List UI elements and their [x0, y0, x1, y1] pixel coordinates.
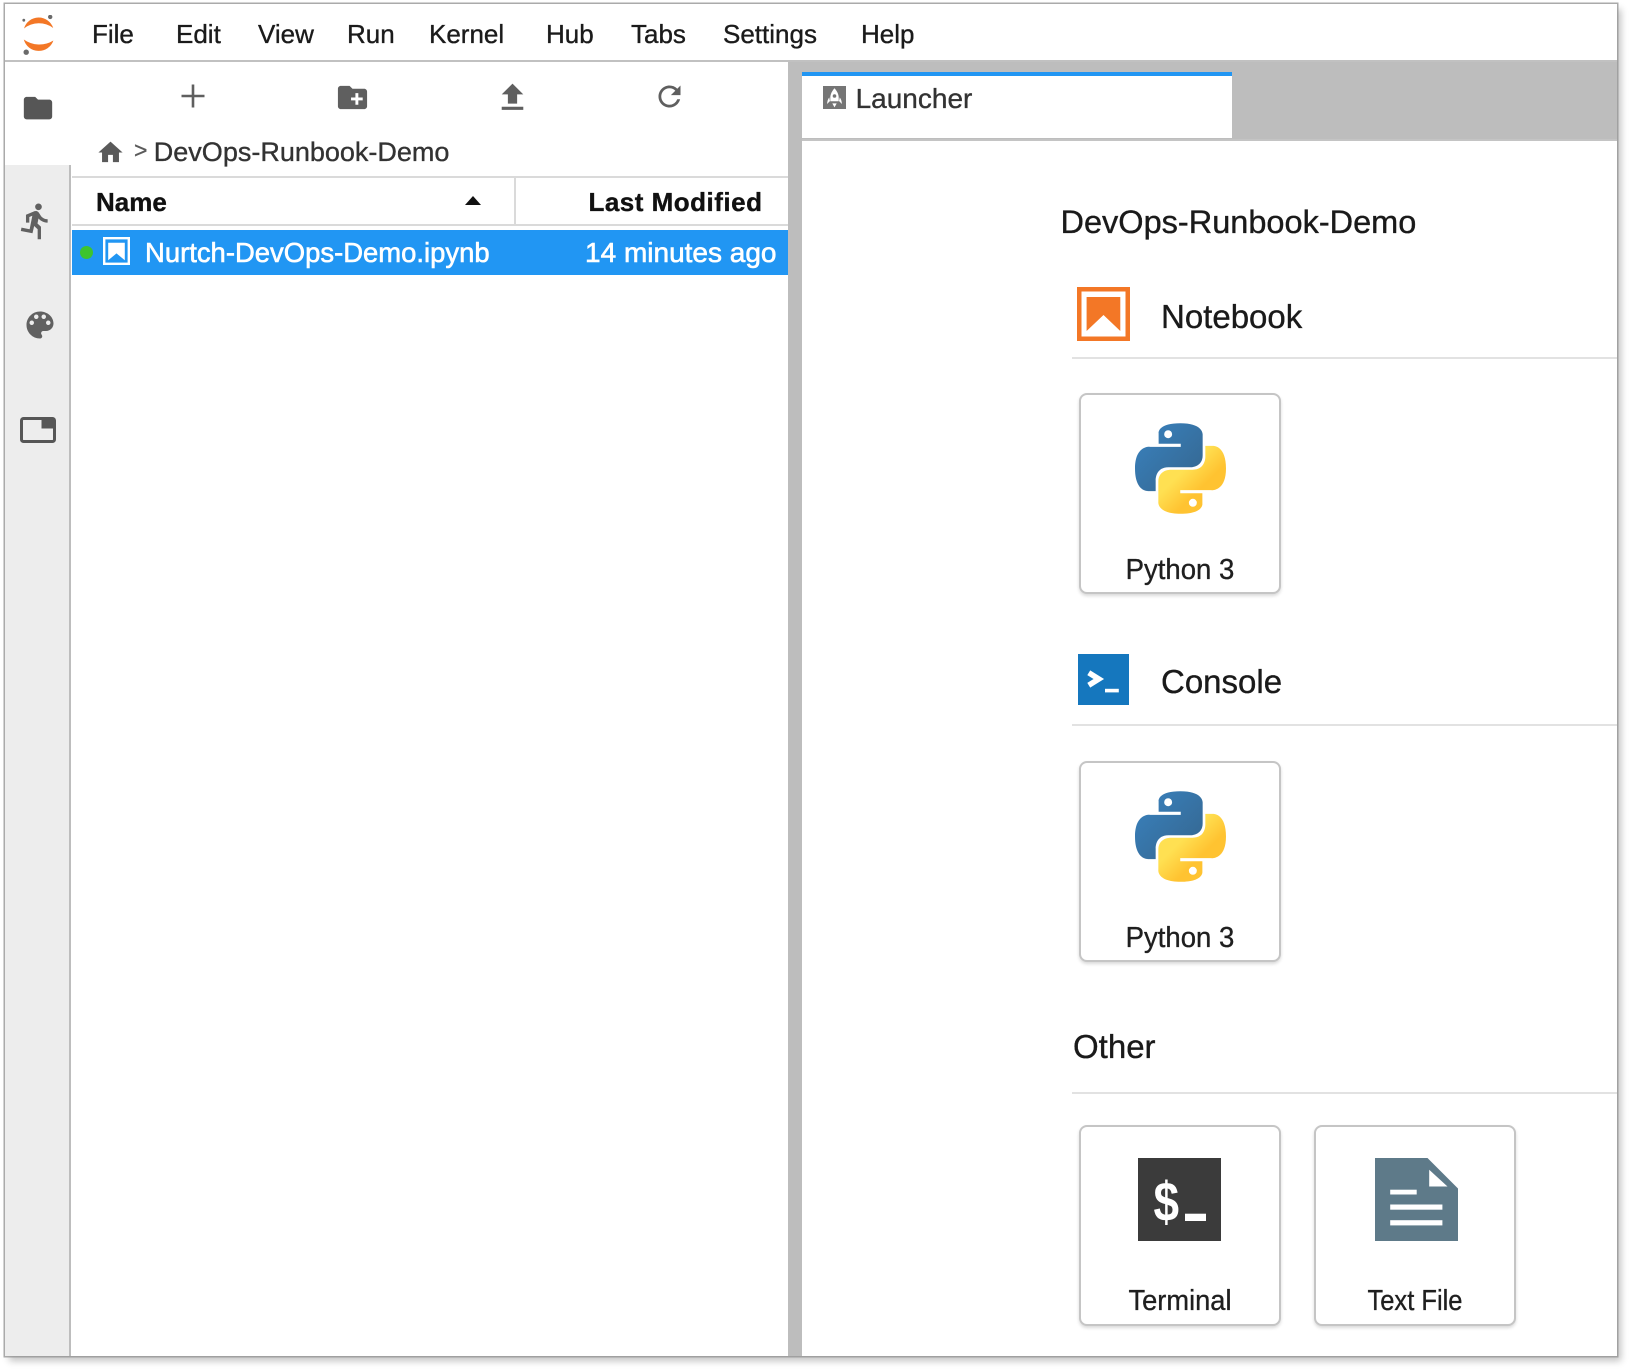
- svg-text:$: $: [1154, 1171, 1180, 1233]
